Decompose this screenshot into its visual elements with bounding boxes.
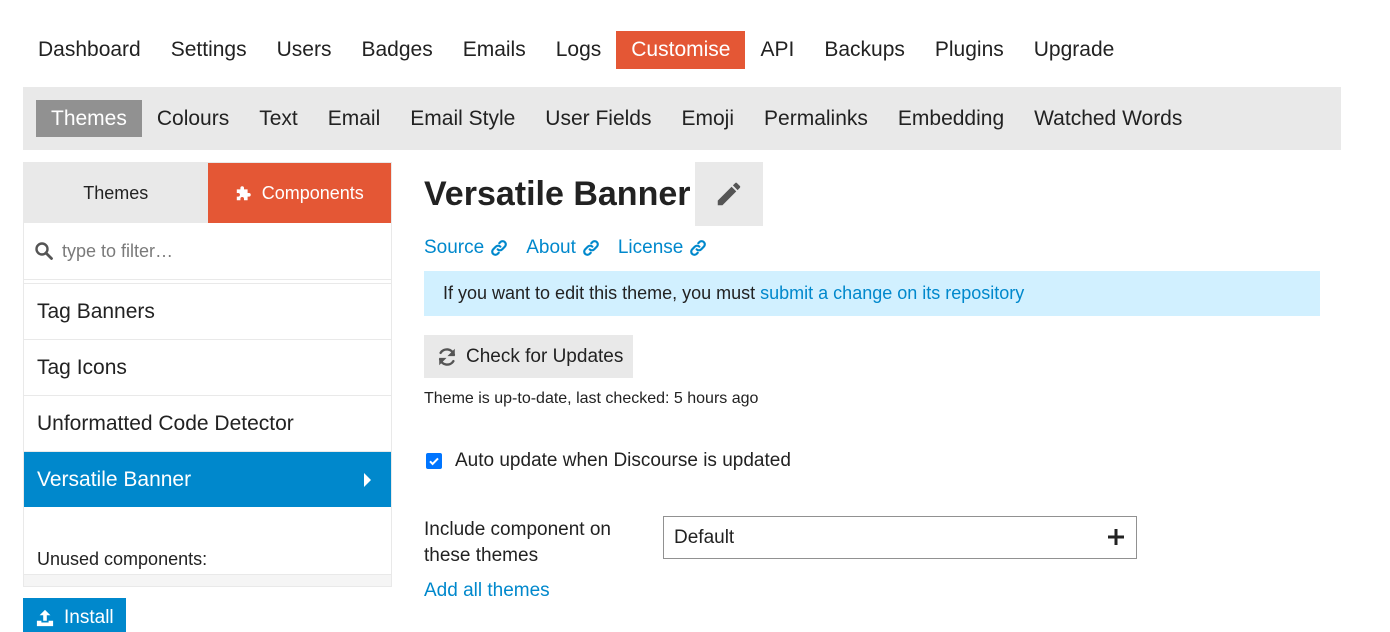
check-updates-button[interactable]: Check for Updates bbox=[424, 335, 633, 378]
link-icon bbox=[491, 240, 508, 256]
sub-nav: Themes Colours Text Email Email Style Us… bbox=[23, 87, 1341, 150]
theme-links: Source About License bbox=[424, 237, 725, 259]
about-link[interactable]: About bbox=[526, 237, 600, 259]
list-item-tag-icons[interactable]: Tag Icons bbox=[24, 340, 391, 396]
nav-settings[interactable]: Settings bbox=[156, 31, 262, 69]
include-themes-select[interactable]: Default bbox=[663, 516, 1137, 559]
source-link[interactable]: Source bbox=[424, 237, 508, 259]
nav-emails[interactable]: Emails bbox=[448, 31, 541, 69]
unused-components-label: Unused components: bbox=[37, 549, 208, 569]
components-list: Tag Banners Tag Icons Unformatted Code D… bbox=[24, 283, 391, 507]
themes-sidebar: Themes Components Tag Banners Tag Icons … bbox=[23, 162, 392, 587]
source-link-label: Source bbox=[424, 237, 485, 258]
subnav-themes[interactable]: Themes bbox=[36, 100, 142, 137]
auto-update-label: Auto update when Discourse is updated bbox=[455, 450, 791, 471]
list-item-label: Unformatted Code Detector bbox=[37, 411, 294, 435]
update-status-text: Theme is up-to-date, last checked: 5 hou… bbox=[424, 390, 759, 407]
remote-theme-notice: If you want to edit this theme, you must… bbox=[424, 271, 1320, 316]
plus-icon bbox=[1108, 529, 1124, 545]
install-button[interactable]: Install bbox=[23, 598, 126, 632]
subnav-colours[interactable]: Colours bbox=[142, 100, 244, 137]
subnav-embedding[interactable]: Embedding bbox=[883, 100, 1019, 137]
subnav-email-style[interactable]: Email Style bbox=[395, 100, 530, 137]
nav-badges[interactable]: Badges bbox=[346, 31, 447, 69]
tab-themes-label: Themes bbox=[83, 182, 149, 203]
list-item-label: Tag Banners bbox=[37, 299, 155, 323]
nav-customise[interactable]: Customise bbox=[616, 31, 746, 69]
link-icon bbox=[690, 240, 707, 256]
nav-api[interactable]: API bbox=[745, 31, 809, 69]
link-icon bbox=[583, 240, 599, 256]
checkmark-icon bbox=[429, 457, 439, 466]
include-themes-value: Default bbox=[674, 526, 735, 548]
unused-components-list bbox=[24, 574, 391, 586]
tab-themes[interactable]: Themes bbox=[24, 163, 208, 223]
nav-backups[interactable]: Backups bbox=[809, 31, 920, 69]
search-icon bbox=[35, 242, 53, 260]
top-nav: Dashboard Settings Users Badges Emails L… bbox=[23, 31, 1129, 69]
pencil-icon bbox=[717, 182, 741, 206]
subnav-email[interactable]: Email bbox=[313, 100, 396, 137]
upload-icon bbox=[36, 609, 54, 627]
repository-link[interactable]: submit a change on its repository bbox=[760, 283, 1024, 304]
nav-users[interactable]: Users bbox=[262, 31, 347, 69]
license-link[interactable]: License bbox=[618, 237, 708, 259]
notice-text: If you want to edit this theme, you must bbox=[443, 283, 756, 303]
edit-name-button[interactable] bbox=[695, 162, 763, 226]
list-item-label: Tag Icons bbox=[37, 355, 127, 379]
subnav-user-fields[interactable]: User Fields bbox=[530, 100, 666, 137]
subnav-permalinks[interactable]: Permalinks bbox=[749, 100, 883, 137]
license-link-label: License bbox=[617, 237, 684, 258]
nav-plugins[interactable]: Plugins bbox=[920, 31, 1019, 69]
tab-components[interactable]: Components bbox=[207, 163, 391, 223]
auto-update-checkbox[interactable] bbox=[426, 453, 442, 469]
nav-logs[interactable]: Logs bbox=[541, 31, 617, 69]
filter-input[interactable] bbox=[62, 240, 362, 262]
caret-right-icon bbox=[364, 472, 371, 487]
check-updates-label: Check for Updates bbox=[466, 345, 624, 367]
add-all-themes-link[interactable]: Add all themes bbox=[424, 580, 550, 602]
list-item-tag-banners[interactable]: Tag Banners bbox=[24, 284, 391, 340]
list-item-versatile-banner[interactable]: Versatile Banner bbox=[24, 452, 391, 507]
about-link-label: About bbox=[526, 237, 576, 258]
filter-bar bbox=[24, 223, 391, 280]
subnav-watched-words[interactable]: Watched Words bbox=[1019, 100, 1197, 137]
sidebar-tabs: Themes Components bbox=[24, 163, 391, 223]
list-item-label: Versatile Banner bbox=[37, 467, 192, 491]
nav-upgrade[interactable]: Upgrade bbox=[1019, 31, 1130, 69]
subnav-emoji[interactable]: Emoji bbox=[667, 100, 750, 137]
refresh-icon bbox=[438, 347, 456, 366]
auto-update-row: Auto update when Discourse is updated bbox=[426, 450, 791, 472]
subnav-text[interactable]: Text bbox=[244, 100, 313, 137]
install-label: Install bbox=[64, 607, 114, 628]
list-item-unformatted-code-detector[interactable]: Unformatted Code Detector bbox=[24, 396, 391, 452]
include-themes-label: Include component on these themes bbox=[424, 519, 611, 566]
nav-dashboard[interactable]: Dashboard bbox=[23, 31, 156, 69]
tab-components-label: Components bbox=[261, 182, 364, 203]
page-title: Versatile Banner bbox=[424, 175, 691, 213]
puzzle-icon bbox=[236, 186, 251, 201]
